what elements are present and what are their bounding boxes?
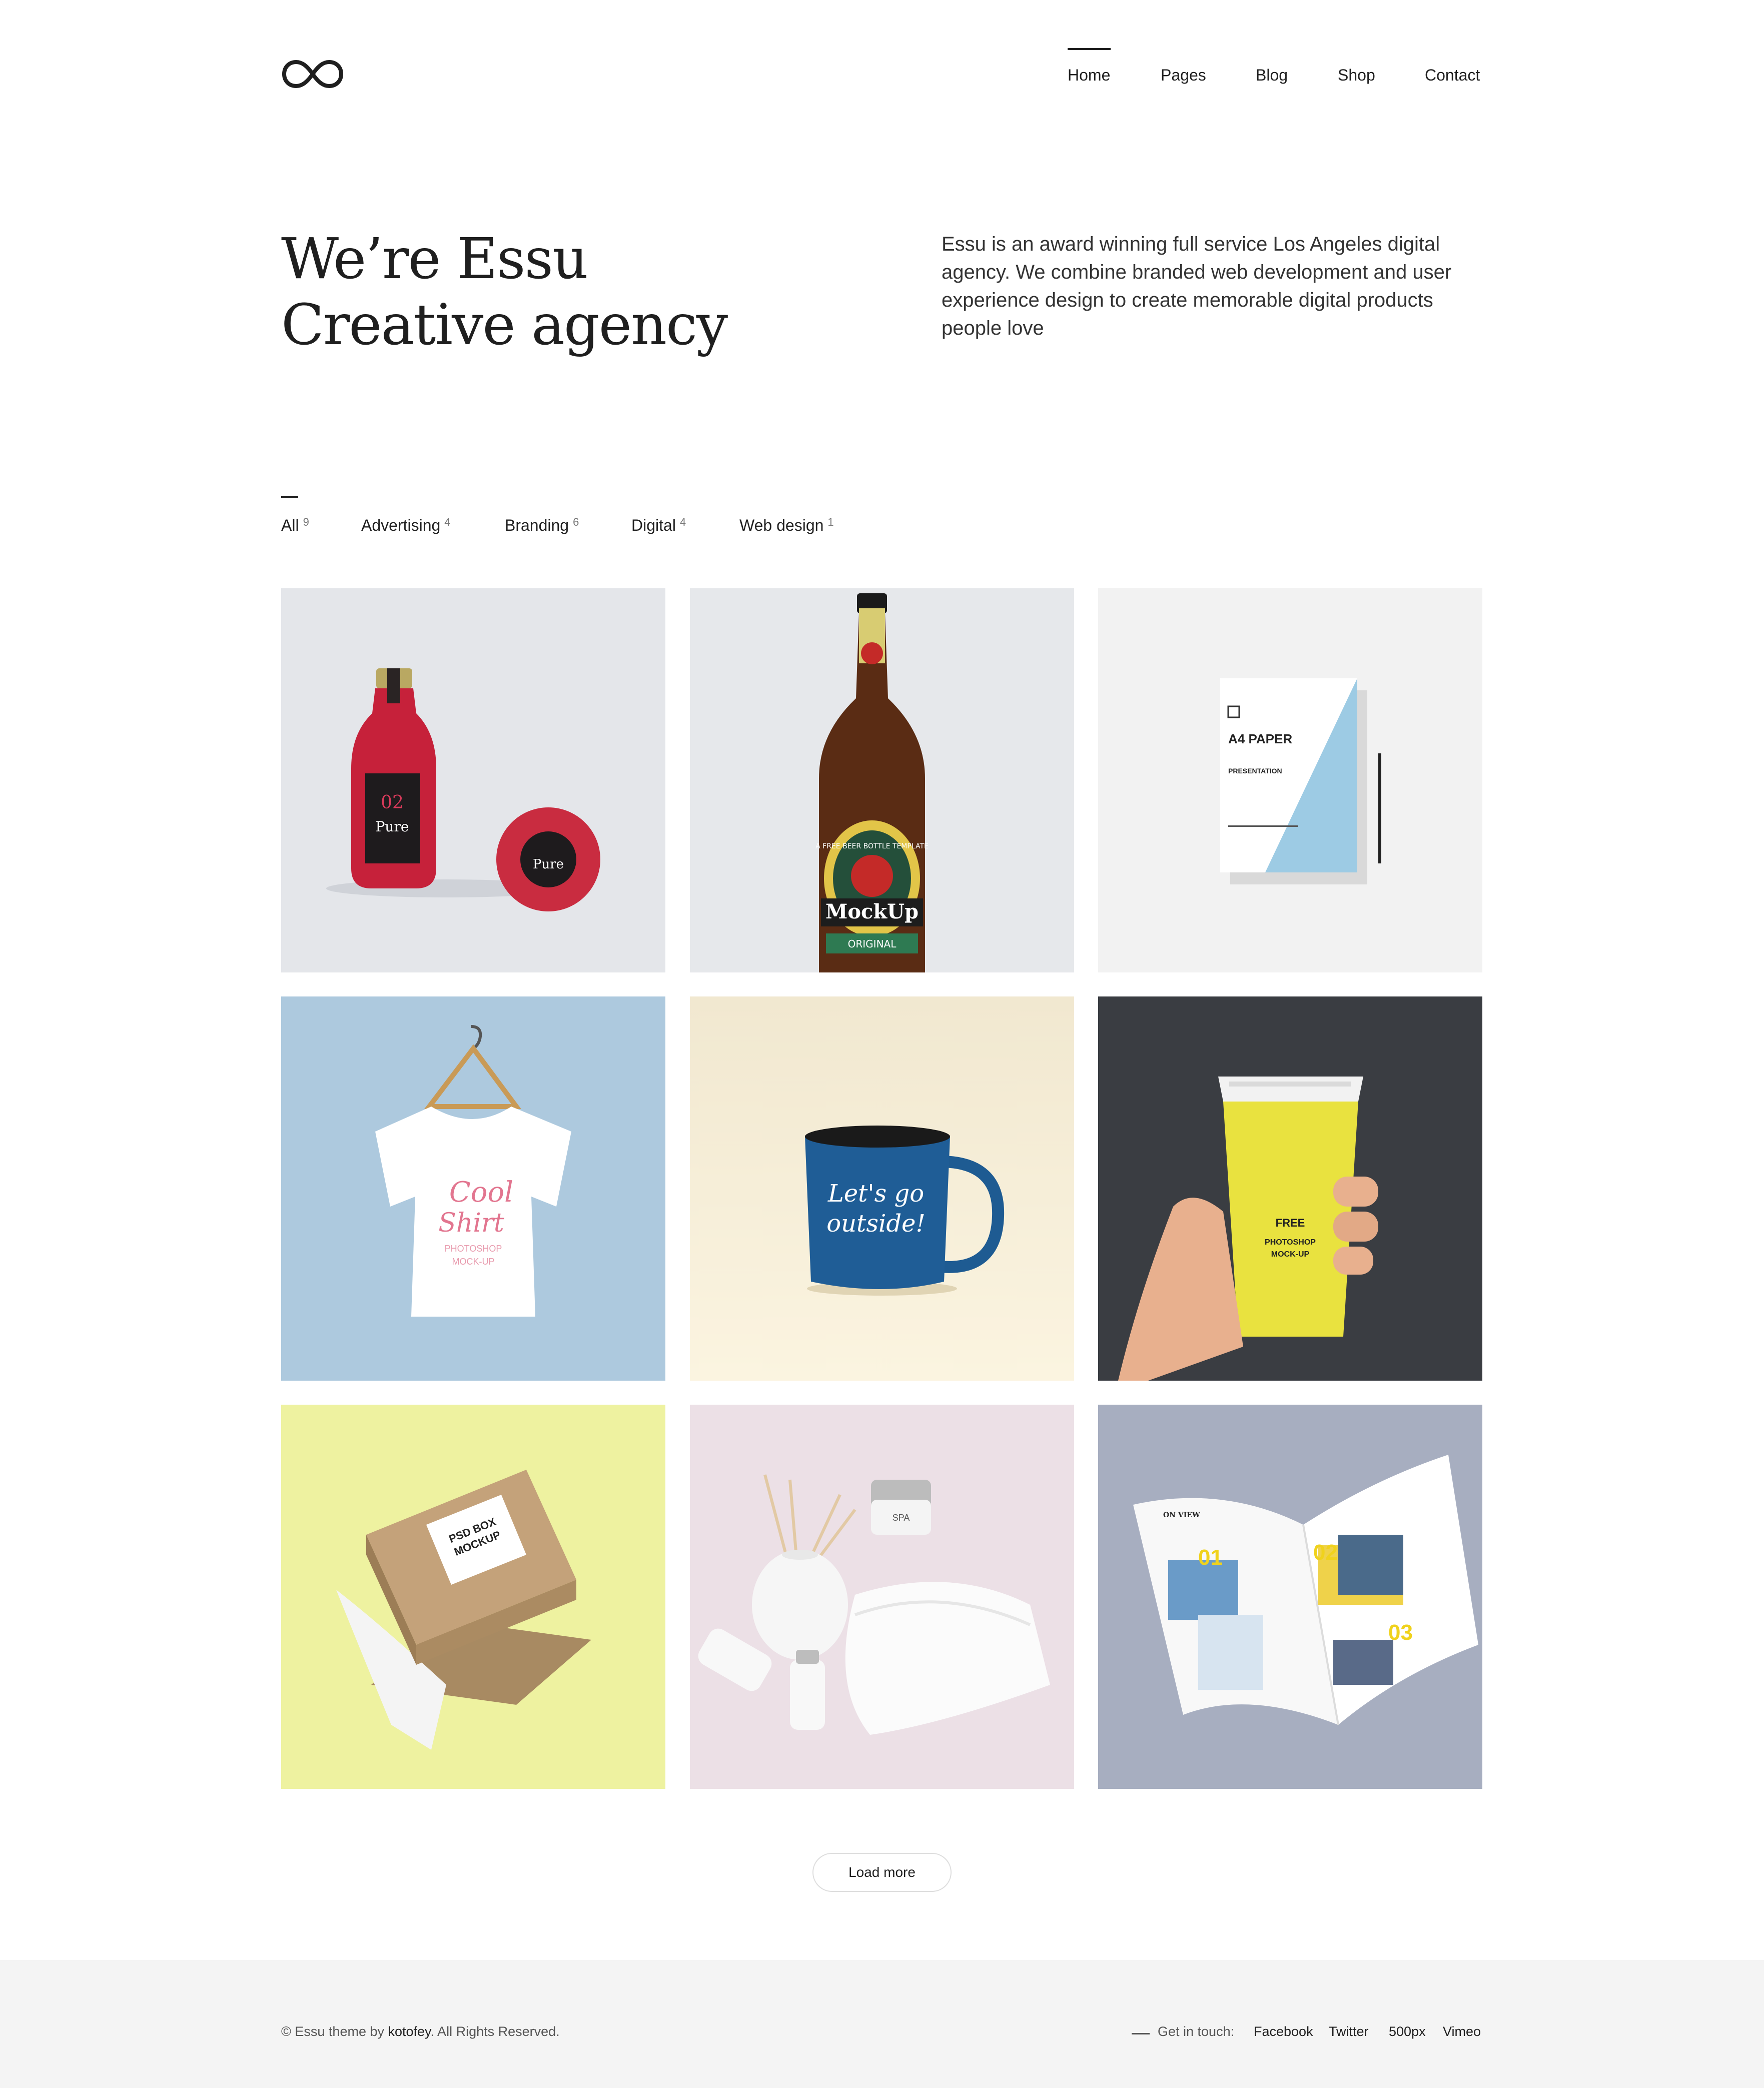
- filter-web-design[interactable]: Web design 1: [739, 513, 834, 537]
- svg-text:SPA: SPA: [893, 1513, 910, 1523]
- svg-text:A FREE BEER BOTTLE TEMPLATE: A FREE BEER BOTTLE TEMPLATE: [815, 842, 929, 850]
- nav-blog[interactable]: Blog: [1256, 64, 1288, 86]
- hero-title-line1: We’re Essu: [281, 227, 588, 292]
- jar-bottle-image: 02 Pure Pure: [281, 588, 665, 972]
- portfolio-item-box[interactable]: PSD BOX MOCKUP: [281, 1405, 665, 1789]
- svg-text:01: 01: [1198, 1545, 1223, 1570]
- portfolio-item-tshirt[interactable]: Cool Shirt PHOTOSHOP MOCK-UP: [281, 996, 665, 1381]
- social-link-vimeo[interactable]: Vimeo: [1443, 2024, 1481, 2039]
- spa-image: SPA: [690, 1405, 1074, 1789]
- nav-pages[interactable]: Pages: [1161, 64, 1206, 86]
- get-in-touch-label: Get in touch:: [1158, 2024, 1235, 2039]
- svg-text:PRESENTATION: PRESENTATION: [1228, 767, 1282, 775]
- coffee-cup-image: FREE PHOTOSHOP MOCK-UP: [1098, 996, 1482, 1381]
- nav-shop[interactable]: Shop: [1338, 64, 1375, 86]
- svg-text:MockUp: MockUp: [825, 900, 919, 923]
- hero-description: Essu is an award winning full service Lo…: [942, 233, 1452, 339]
- box-image: PSD BOX MOCKUP: [281, 1405, 665, 1789]
- filter-count: 4: [679, 516, 686, 528]
- filter-label: Web design: [739, 516, 824, 534]
- footer: © Essu theme by kotofey. All Rights Rese…: [0, 1960, 1764, 2088]
- portfolio-item-magazine[interactable]: 01 02 03 ON VIEW: [1098, 1405, 1482, 1789]
- svg-text:02: 02: [381, 792, 404, 813]
- infinity-logo-icon[interactable]: [281, 56, 344, 92]
- svg-text:03: 03: [1388, 1620, 1413, 1645]
- hero-title-line2: Creative agency: [281, 293, 728, 358]
- svg-text:PHOTOSHOP: PHOTOSHOP: [1265, 1238, 1316, 1247]
- svg-text:PHOTOSHOP: PHOTOSHOP: [445, 1244, 502, 1254]
- svg-text:MOCK-UP: MOCK-UP: [1271, 1250, 1310, 1259]
- social-link-facebook[interactable]: Facebook: [1254, 2024, 1313, 2039]
- svg-text:outside!: outside!: [826, 1210, 926, 1238]
- filter-advertising[interactable]: Advertising 4: [361, 513, 451, 537]
- load-more-button[interactable]: Load more: [812, 1853, 952, 1892]
- social-link-twitter[interactable]: Twitter: [1329, 2024, 1369, 2039]
- svg-text:Let's go: Let's go: [827, 1180, 924, 1208]
- mug-image: Let's go outside!: [690, 996, 1074, 1381]
- svg-text:ON VIEW: ON VIEW: [1163, 1511, 1200, 1519]
- filter-label: Branding: [505, 516, 569, 534]
- svg-text:02: 02: [1313, 1540, 1338, 1565]
- portfolio-item-spa[interactable]: SPA: [690, 1405, 1074, 1789]
- beer-bottle-image: MockUp A FREE BEER BOTTLE TEMPLATE ORIGI…: [690, 588, 1074, 972]
- portfolio-item-mug[interactable]: Let's go outside!: [690, 996, 1074, 1381]
- filter-count: 6: [573, 516, 579, 528]
- portfolio-item-jar-bottle[interactable]: 02 Pure Pure: [281, 588, 665, 972]
- nav-contact[interactable]: Contact: [1425, 64, 1480, 86]
- portfolio-item-a4-paper[interactable]: A4 PAPER PRESENTATION: [1098, 588, 1482, 972]
- hero-title: We’re Essu Creative agency: [281, 226, 731, 358]
- svg-text:A4 PAPER: A4 PAPER: [1228, 731, 1292, 746]
- filter-branding[interactable]: Branding 6: [505, 513, 579, 537]
- get-in-touch-dash: [1132, 2033, 1150, 2034]
- portfolio-item-beer-bottle[interactable]: MockUp A FREE BEER BOTTLE TEMPLATE ORIGI…: [690, 588, 1074, 972]
- filter-digital[interactable]: Digital 4: [631, 513, 686, 537]
- filter-all[interactable]: All 9: [281, 513, 309, 537]
- svg-text:Pure: Pure: [533, 857, 564, 872]
- copyright-text: © Essu theme by kotofey. All Rights Rese…: [281, 2024, 560, 2039]
- svg-text:Shirt: Shirt: [438, 1208, 504, 1238]
- filter-count: 9: [303, 516, 309, 528]
- nav-home[interactable]: Home: [1068, 64, 1110, 86]
- filter-label: All: [281, 516, 299, 534]
- filter-label: Digital: [631, 516, 676, 534]
- svg-text:ORIGINAL: ORIGINAL: [848, 938, 897, 950]
- social-link-500px[interactable]: 500px: [1389, 2024, 1426, 2039]
- nav-active-indicator: [1068, 48, 1111, 50]
- filter-active-indicator: [281, 496, 298, 498]
- svg-text:FREE: FREE: [1276, 1217, 1305, 1229]
- svg-text:Cool: Cool: [449, 1176, 513, 1209]
- filter-count: 4: [444, 516, 451, 528]
- copyright-prefix: © Essu theme by: [281, 2024, 388, 2039]
- author-link[interactable]: kotofey: [388, 2024, 430, 2039]
- copyright-suffix: . All Rights Reserved.: [430, 2024, 560, 2039]
- tshirt-image: Cool Shirt PHOTOSHOP MOCK-UP: [281, 996, 665, 1381]
- portfolio-item-coffee-cup[interactable]: FREE PHOTOSHOP MOCK-UP: [1098, 996, 1482, 1381]
- a4-paper-image: A4 PAPER PRESENTATION: [1098, 588, 1482, 972]
- magazine-image: 01 02 03 ON VIEW: [1098, 1405, 1482, 1789]
- svg-text:MOCK-UP: MOCK-UP: [452, 1257, 495, 1267]
- filter-label: Advertising: [361, 516, 441, 534]
- svg-text:Pure: Pure: [376, 818, 409, 835]
- filter-count: 1: [827, 516, 834, 528]
